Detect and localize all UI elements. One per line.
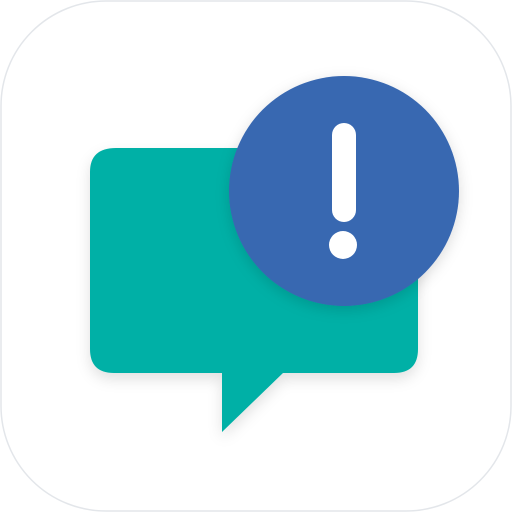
app-icon [0,0,512,512]
app-icon-canvas [0,0,512,512]
exclamation-icon [329,123,357,259]
